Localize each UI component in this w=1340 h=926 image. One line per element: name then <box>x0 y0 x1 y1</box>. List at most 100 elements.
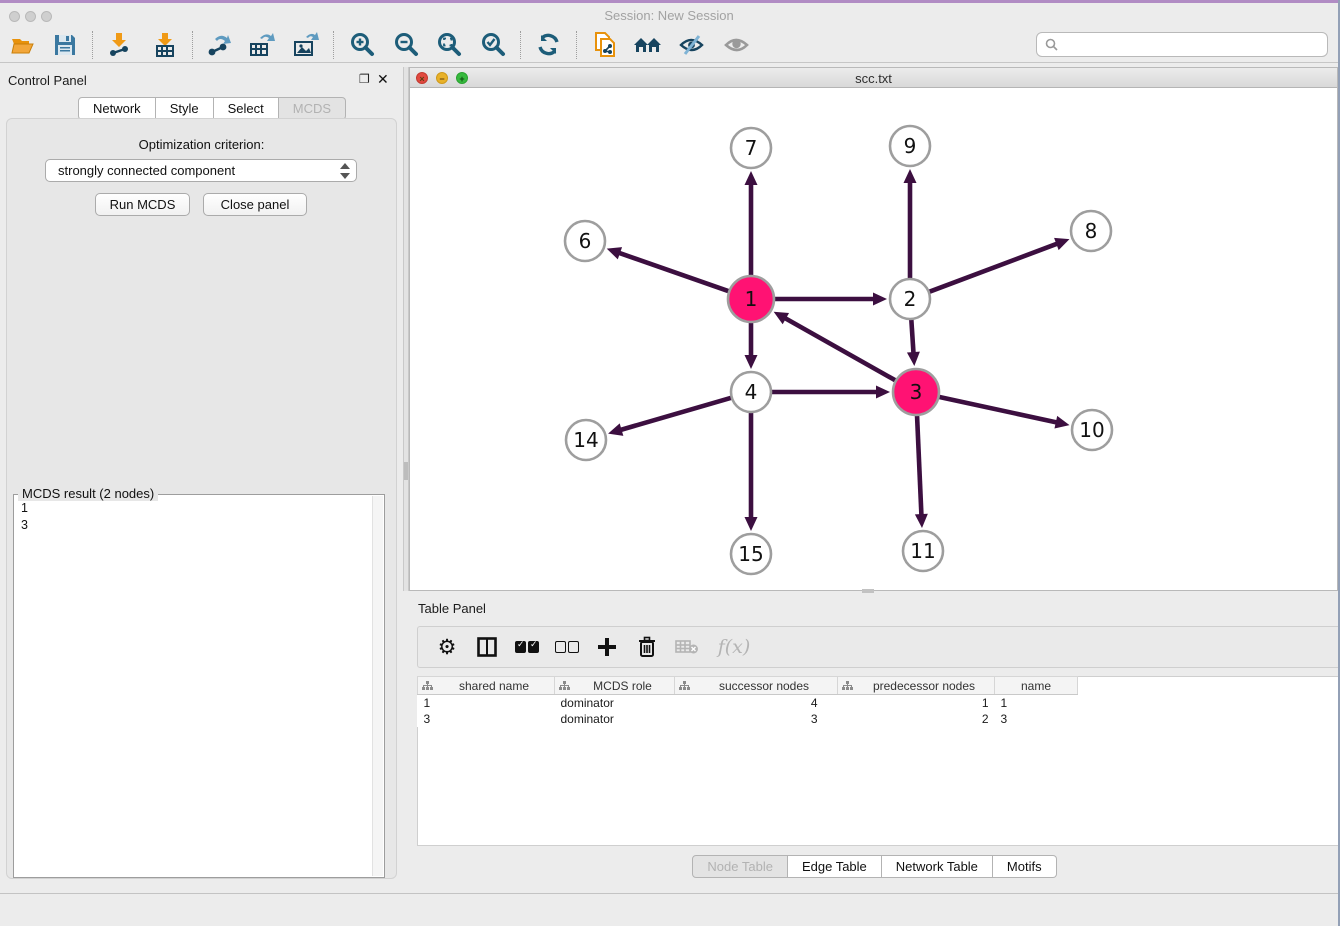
function-builder-button[interactable]: f(x) <box>714 634 754 660</box>
result-scrollbar[interactable] <box>372 496 383 876</box>
tab-network[interactable]: Network <box>78 97 156 120</box>
table-settings-button[interactable]: ⚙ <box>434 634 460 660</box>
show-all-button[interactable] <box>718 30 756 60</box>
horizontal-splitter-handle[interactable] <box>862 589 874 593</box>
zoom-in-button[interactable] <box>343 30 381 60</box>
create-column-button[interactable] <box>594 634 620 660</box>
search-input[interactable] <box>1063 36 1319 53</box>
column-header-mcds-role[interactable]: MCDS role <box>555 677 675 695</box>
delete-column-button[interactable] <box>634 634 660 660</box>
tab-select[interactable]: Select <box>214 97 279 120</box>
export-table-button[interactable] <box>243 30 281 60</box>
column-header-successor-nodes[interactable]: successor nodes <box>675 677 838 695</box>
column-header-name[interactable]: name <box>995 677 1078 695</box>
search-field[interactable] <box>1036 32 1328 57</box>
hierarchy-icon <box>559 681 570 691</box>
arrowhead-icon <box>907 352 920 366</box>
cell-successor-nodes[interactable]: 4 <box>675 695 838 712</box>
column-header-shared-name[interactable]: shared name <box>418 677 555 695</box>
arrowhead-icon <box>607 247 622 259</box>
graph-edge[interactable] <box>904 169 917 281</box>
graph-node[interactable]: 6 <box>565 221 605 261</box>
cell-predecessor-nodes[interactable]: 2 <box>838 711 995 727</box>
graph-edge[interactable] <box>608 397 734 436</box>
table-row[interactable]: 1 dominator 4 1 1 <box>418 695 1078 712</box>
cell-name[interactable]: 3 <box>995 711 1078 727</box>
toolbar-separator <box>192 31 193 59</box>
cell-mcds-role[interactable]: dominator <box>555 711 675 727</box>
tab-style[interactable]: Style <box>156 97 214 120</box>
cell-mcds-role[interactable]: dominator <box>555 695 675 712</box>
graph-node[interactable]: 3 <box>893 369 939 415</box>
table-row[interactable]: 3 dominator 3 2 3 <box>418 711 1078 727</box>
graph-edge[interactable] <box>745 410 758 531</box>
tab-mcds[interactable]: MCDS <box>279 97 346 120</box>
graph-edge[interactable] <box>745 320 758 369</box>
first-neighbors-button[interactable] <box>629 30 667 60</box>
column-label: MCDS role <box>593 679 652 693</box>
close-panel-button[interactable]: Close panel <box>203 193 307 216</box>
graph-node[interactable]: 10 <box>1072 410 1112 450</box>
cell-predecessor-nodes[interactable]: 1 <box>838 695 995 712</box>
export-network-button[interactable] <box>200 30 238 60</box>
unchecked-box-icon <box>568 641 579 653</box>
graph-node[interactable]: 9 <box>890 126 930 166</box>
graph-node[interactable]: 15 <box>731 534 771 574</box>
deselect-all-rows-button[interactable] <box>554 634 580 660</box>
zoom-fit-button[interactable] <box>430 30 468 60</box>
graph-edge[interactable] <box>915 413 928 528</box>
mcds-result-list[interactable]: 1 3 <box>15 496 373 876</box>
eye-icon <box>723 33 751 57</box>
export-image-button[interactable] <box>287 30 325 60</box>
cell-name[interactable]: 1 <box>995 695 1078 712</box>
import-network-button[interactable] <box>100 30 138 60</box>
graph-node[interactable]: 7 <box>731 128 771 168</box>
plus-icon <box>596 636 618 658</box>
tab-network-table[interactable]: Network Table <box>882 855 993 878</box>
graph-edge[interactable] <box>937 396 1070 428</box>
select-all-rows-button[interactable] <box>514 634 540 660</box>
graph-node[interactable]: 14 <box>566 420 606 460</box>
close-panel-icon[interactable]: ✕ <box>377 71 389 88</box>
cell-shared-name[interactable]: 1 <box>418 695 555 712</box>
vertical-splitter-handle[interactable] <box>404 462 408 480</box>
hierarchy-icon <box>422 681 433 691</box>
graph-node-label: 8 <box>1085 219 1098 243</box>
criterion-dropdown[interactable]: strongly connected component <box>45 159 357 182</box>
network-graph[interactable]: 1 2 3 4 6 7 8 9 10 11 14 15 <box>410 89 1337 590</box>
graph-node[interactable]: 4 <box>731 372 771 412</box>
graph-edge[interactable] <box>927 238 1070 293</box>
zoom-selected-button[interactable] <box>474 30 512 60</box>
graph-edge[interactable] <box>745 171 758 278</box>
graph-node[interactable]: 2 <box>890 279 930 319</box>
graph-node[interactable]: 11 <box>903 531 943 571</box>
graph-edge[interactable] <box>774 312 898 382</box>
checked-box-icon <box>528 641 539 653</box>
graph-edge[interactable] <box>907 317 920 366</box>
graph-node[interactable]: 8 <box>1071 211 1111 251</box>
column-header-predecessor-nodes[interactable]: predecessor nodes <box>838 677 995 695</box>
import-table-button[interactable] <box>146 30 184 60</box>
float-panel-icon[interactable]: ❐ <box>359 72 370 86</box>
graph-node[interactable]: 1 <box>728 276 774 322</box>
open-session-button[interactable] <box>4 30 42 60</box>
save-session-button[interactable] <box>46 30 84 60</box>
apply-layout-button[interactable] <box>530 30 568 60</box>
duplicate-network-button[interactable] <box>586 30 624 60</box>
run-mcds-button[interactable]: Run MCDS <box>95 193 190 216</box>
tab-motifs[interactable]: Motifs <box>993 855 1057 878</box>
hide-selected-button[interactable] <box>673 30 711 60</box>
arrowhead-icon <box>873 293 887 306</box>
zoom-in-icon <box>349 32 375 58</box>
zoom-out-button[interactable] <box>387 30 425 60</box>
tab-edge-table[interactable]: Edge Table <box>788 855 882 878</box>
graph-edge[interactable] <box>772 293 887 306</box>
cell-shared-name[interactable]: 3 <box>418 711 555 727</box>
delete-table-button[interactable] <box>674 634 700 660</box>
cell-successor-nodes[interactable]: 3 <box>675 711 838 727</box>
graph-edge[interactable] <box>607 247 731 292</box>
tab-node-table[interactable]: Node Table <box>692 855 788 878</box>
graph-node-label: 14 <box>573 428 598 452</box>
graph-edge[interactable] <box>769 386 890 399</box>
show-column-panel-button[interactable] <box>474 634 500 660</box>
